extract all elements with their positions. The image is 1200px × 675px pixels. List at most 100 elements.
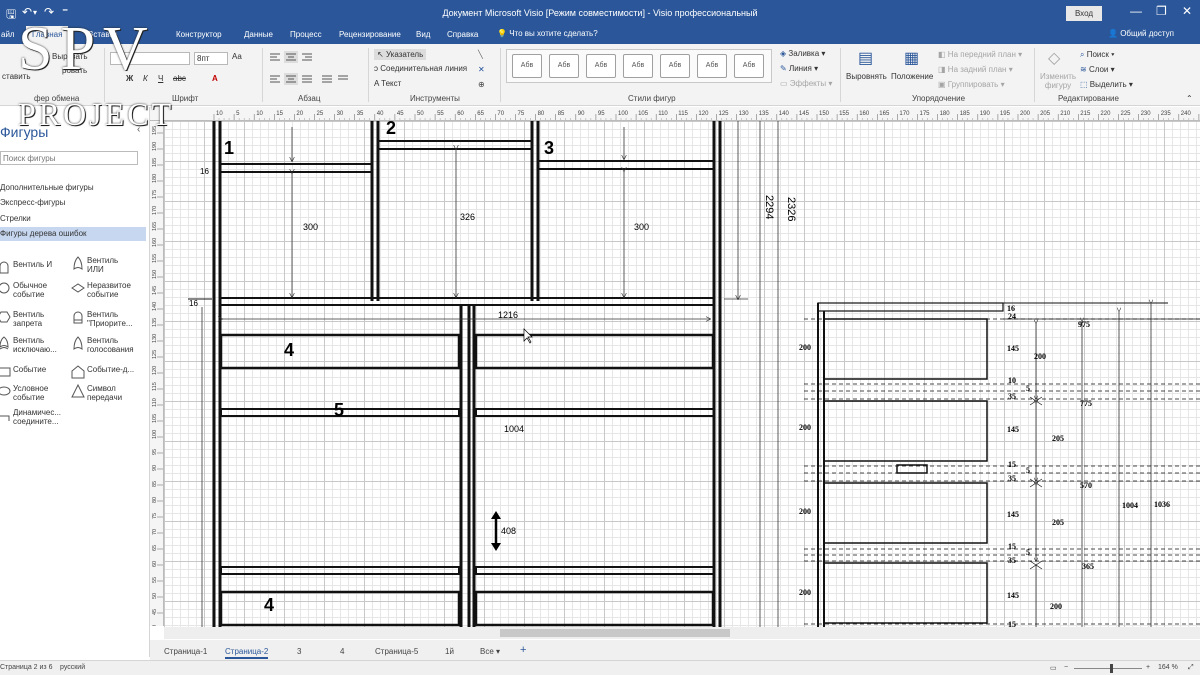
stencil-quick-shapes[interactable]: Экспресс-фигуры xyxy=(0,196,146,210)
undeveloped-event-icon xyxy=(71,283,85,293)
ruler-label: 90 xyxy=(578,111,585,117)
style-swatch[interactable]: Абв xyxy=(697,54,727,78)
shape-priority-gate[interactable]: Вентиль "Приорите... xyxy=(73,310,143,328)
style-swatch[interactable]: Абв xyxy=(660,54,690,78)
style-swatch[interactable]: Абв xyxy=(512,54,542,78)
position-button[interactable]: Положение xyxy=(891,72,933,81)
close-tool-icon[interactable]: ✕ xyxy=(478,65,485,74)
page-tab-3[interactable]: 3 xyxy=(297,647,301,656)
shape-dynamic-connector[interactable]: Динамичес... соедините... xyxy=(0,408,69,426)
bring-front-button[interactable]: ◧ На передний план ▾ xyxy=(938,50,1022,59)
send-back-button[interactable]: ◨ На задний план ▾ xyxy=(938,65,1013,74)
restore-icon[interactable]: ❐ xyxy=(1156,4,1167,18)
font-size-field[interactable]: 8пт xyxy=(194,52,228,65)
italic-button[interactable]: К xyxy=(143,74,148,83)
underline-button[interactable]: Ч xyxy=(158,74,163,83)
change-shape-button[interactable]: Изменить фигуру xyxy=(1038,72,1078,90)
connector-tool-button[interactable]: ↄ Соединительная линия xyxy=(374,64,467,73)
minimize-icon[interactable]: — xyxy=(1130,4,1142,18)
effects-button[interactable]: ▭ Эффекты ▾ xyxy=(780,79,832,88)
stencil-more-shapes[interactable]: Дополнительные фигуры xyxy=(0,181,146,195)
tell-me-box[interactable]: 💡 Что вы хотите сделать? xyxy=(497,29,598,38)
zoom-level[interactable]: 164 % xyxy=(1158,664,1178,671)
tab-data[interactable]: Данные xyxy=(244,30,273,39)
fit-page-icon[interactable]: ▭ xyxy=(1050,664,1057,672)
scrollbar-thumb[interactable] xyxy=(500,629,730,637)
copy-button[interactable]: ровать xyxy=(62,66,87,75)
add-page-icon[interactable]: + xyxy=(520,644,526,656)
shape-inhibit-gate[interactable]: Вентиль запрета xyxy=(0,310,67,328)
zoom-out-icon[interactable]: − xyxy=(1064,664,1068,671)
text-tool-button[interactable]: A Текст xyxy=(374,79,401,88)
zoom-in-icon[interactable]: + xyxy=(1146,664,1150,671)
tab-home[interactable]: Главная xyxy=(26,26,69,44)
style-swatch[interactable]: Абв xyxy=(734,54,764,78)
page-tab-2[interactable]: Страница-2 xyxy=(225,647,269,659)
zoom-slider[interactable] xyxy=(1074,668,1142,669)
cut-button[interactable]: Вырезать xyxy=(52,52,88,61)
tab-review[interactable]: Рецензирование xyxy=(339,30,401,39)
line-button[interactable]: ✎ Линия ▾ xyxy=(780,64,818,73)
paragraph-align-icons[interactable] xyxy=(266,50,362,90)
collapse-ribbon-icon[interactable]: ⌃ xyxy=(1186,94,1193,103)
font-color-button[interactable]: A xyxy=(212,74,218,83)
tab-file[interactable]: айл xyxy=(1,30,15,39)
tab-view[interactable]: Вид xyxy=(416,30,430,39)
stencil-fault-tree[interactable]: Фигуры дерева ошибок xyxy=(0,227,146,241)
tab-insert[interactable]: Вставка xyxy=(88,30,118,39)
share-button[interactable]: 👤 Общий доступ xyxy=(1108,29,1174,38)
align-button[interactable]: Выровнять xyxy=(846,72,887,81)
person-icon: 👤 xyxy=(1108,29,1118,38)
shape-event[interactable]: Событие xyxy=(0,365,46,377)
shape-transfer[interactable]: Символ передачи xyxy=(71,384,137,402)
signin-button[interactable]: Вход xyxy=(1066,6,1102,21)
pointer-tool-button[interactable]: ↖ Указатель xyxy=(374,49,427,60)
select-button[interactable]: ⬚ Выделить ▾ xyxy=(1080,80,1133,89)
shape-exclusive-gate[interactable]: Вентиль исключаю... xyxy=(0,336,67,354)
shape-house-event[interactable]: Событие-д... xyxy=(71,365,134,379)
strike-button[interactable]: abc xyxy=(173,74,186,83)
tab-process[interactable]: Процесс xyxy=(290,30,322,39)
group-button[interactable]: ▣ Группировать ▾ xyxy=(938,80,1005,89)
fill-button[interactable]: ◈ Заливка ▾ xyxy=(780,49,825,58)
style-swatch[interactable]: Абв xyxy=(549,54,579,78)
ruler-label: 190 xyxy=(152,142,158,151)
shape-or-gate[interactable]: Вентиль ИЛИ xyxy=(73,256,137,274)
tab-design[interactable]: Конструктор xyxy=(176,30,222,39)
rotate-tool-icon[interactable]: ⊕ xyxy=(478,80,485,89)
shape-search-input[interactable] xyxy=(0,151,138,165)
font-grow-button[interactable]: Aa xyxy=(232,52,242,61)
bold-button[interactable]: Ж xyxy=(126,74,133,83)
paste-button[interactable]: ставить xyxy=(2,72,31,81)
shape-basic-event[interactable]: Обычное событие xyxy=(0,281,67,299)
tab-help[interactable]: Справка xyxy=(447,30,478,39)
language-indicator[interactable]: русский xyxy=(60,664,85,671)
line-tool-icon[interactable]: ╲ xyxy=(478,50,483,59)
fit-window-icon[interactable]: ⤢ xyxy=(1188,664,1194,672)
collapse-panel-icon[interactable]: ‹ xyxy=(137,124,140,135)
page-tab-5[interactable]: Страница-5 xyxy=(375,647,418,656)
zoom-slider-thumb[interactable] xyxy=(1110,664,1113,673)
page-tab-6[interactable]: 1й xyxy=(445,647,454,656)
page-tab-4[interactable]: 4 xyxy=(340,647,344,656)
find-button[interactable]: ⌕ Поиск ▾ xyxy=(1080,50,1114,60)
shape-and-gate[interactable]: Вентиль И xyxy=(0,260,52,274)
shape-voting-gate[interactable]: Вентиль голосования xyxy=(73,336,143,354)
style-swatch[interactable]: Абв xyxy=(586,54,616,78)
stencil-arrows[interactable]: Стрелки xyxy=(0,212,146,226)
ruler-label: 115 xyxy=(152,382,158,391)
shape-conditional-event[interactable]: Условное событие xyxy=(0,384,67,402)
shape-undeveloped-event[interactable]: Неразвитое событие xyxy=(71,281,137,299)
style-swatch[interactable]: Абв xyxy=(623,54,653,78)
font-family-field[interactable] xyxy=(110,52,190,65)
dim-1004-label: 1004 xyxy=(504,424,524,434)
page-tab-1[interactable]: Страница-1 xyxy=(164,647,207,656)
close-icon[interactable]: ✕ xyxy=(1182,4,1192,18)
all-pages-button[interactable]: Все ▾ xyxy=(480,647,500,656)
dim-300-right-label: 300 xyxy=(634,222,649,232)
drawing-canvas[interactable]: 1 2 3 4 5 4 300 326 300 16 16 1216 1004 … xyxy=(164,121,1200,627)
page-indicator[interactable]: Страница 2 из 6 xyxy=(0,664,52,671)
ruler-label: 40 xyxy=(377,111,384,117)
layers-button[interactable]: ≋ Слои ▾ xyxy=(1080,65,1115,74)
horizontal-scrollbar[interactable] xyxy=(164,627,1200,639)
